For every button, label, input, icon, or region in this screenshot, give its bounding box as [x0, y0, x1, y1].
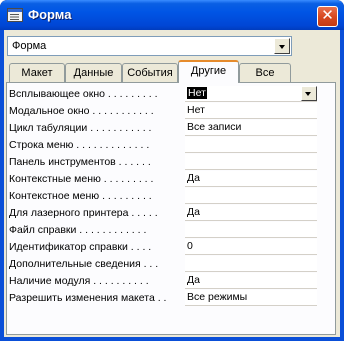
property-row[interactable]: Всплывающее окно . . . . . . . . . Нет: [7, 86, 325, 102]
property-value[interactable]: [185, 137, 317, 153]
property-row[interactable]: Идентификатор справки . . . . 0: [7, 239, 325, 255]
property-row[interactable]: Наличие модуля . . . . . . . . . . Да: [7, 273, 325, 289]
property-row[interactable]: Разрешить изменения макета . . Все режим…: [7, 290, 325, 306]
chevron-down-icon: [279, 45, 285, 49]
tab-layout[interactable]: Макет: [9, 63, 65, 83]
property-value[interactable]: [185, 188, 317, 204]
property-value[interactable]: Да: [185, 205, 317, 221]
property-label: Файл справки . . . . . . . . . . . .: [9, 224, 147, 236]
tab-data[interactable]: Данные: [65, 63, 122, 83]
property-value[interactable]: Да: [185, 273, 317, 289]
properties-panel: Всплывающее окно . . . . . . . . . Нет М…: [6, 82, 336, 335]
property-label: Контекстные меню . . . . . . . . .: [9, 173, 154, 185]
property-value[interactable]: Нет: [185, 103, 317, 119]
property-label: Разрешить изменения макета . .: [9, 292, 167, 304]
property-row[interactable]: Цикл табуляции . . . . . . . . . . . Все…: [7, 120, 325, 136]
property-dropdown-button[interactable]: [301, 86, 317, 101]
property-value[interactable]: Да: [185, 171, 317, 187]
title-bar[interactable]: Форма ✕: [0, 0, 344, 30]
form-icon: [7, 8, 23, 22]
object-selector-value: Форма: [12, 40, 47, 52]
property-row[interactable]: Дополнительные сведения . . .: [7, 256, 325, 272]
property-label: Наличие модуля . . . . . . . . . .: [9, 275, 149, 287]
object-selector-combobox[interactable]: Форма: [7, 36, 292, 56]
property-value: Нет: [187, 87, 207, 99]
property-value[interactable]: [185, 154, 317, 170]
property-row[interactable]: Панель инструментов . . . . . .: [7, 154, 325, 170]
property-row[interactable]: Контекстное меню . . . . . . . . .: [7, 188, 325, 204]
property-value[interactable]: 0: [185, 239, 317, 255]
dialog-body: Форма Макет Данные События Другие Все Вс…: [4, 30, 340, 337]
property-label: Контекстное меню . . . . . . . . .: [9, 190, 152, 202]
form-properties-window: Форма ✕ Форма Макет Данные События Други…: [0, 0, 344, 341]
property-row[interactable]: Файл справки . . . . . . . . . . . .: [7, 222, 325, 238]
property-label: Панель инструментов . . . . . .: [9, 156, 151, 168]
property-row[interactable]: Модальное окно . . . . . . . . . . . Нет: [7, 103, 325, 119]
tab-all[interactable]: Все: [239, 63, 291, 83]
tab-other[interactable]: Другие: [178, 60, 239, 83]
property-value[interactable]: Все режимы: [185, 290, 317, 306]
property-value[interactable]: [185, 222, 317, 238]
window-frame-right: [340, 30, 344, 341]
window-title: Форма: [28, 7, 72, 22]
property-row[interactable]: Строка меню . . . . . . . . . . . . .: [7, 137, 325, 153]
property-value-field[interactable]: Нет: [185, 86, 317, 102]
property-label: Строка меню . . . . . . . . . . . . .: [9, 139, 150, 151]
tab-events[interactable]: События: [122, 63, 178, 83]
property-label: Дополнительные сведения . . .: [9, 258, 159, 270]
property-label: Модальное окно . . . . . . . . . . .: [9, 105, 154, 117]
window-frame-bottom: [0, 337, 344, 341]
close-button[interactable]: ✕: [317, 6, 338, 27]
property-row[interactable]: Контекстные меню . . . . . . . . . Да: [7, 171, 325, 187]
property-label: Идентификатор справки . . . .: [9, 241, 152, 253]
chevron-down-icon: [305, 92, 311, 96]
property-value[interactable]: Все записи: [185, 120, 317, 136]
property-label: Всплывающее окно . . . . . . . . .: [9, 88, 158, 100]
object-selector-dropdown-button[interactable]: [274, 38, 290, 54]
property-value[interactable]: [185, 256, 317, 272]
property-label: Для лазерного принтера . . . . .: [9, 207, 158, 219]
property-label: Цикл табуляции . . . . . . . . . . .: [9, 122, 152, 134]
property-row[interactable]: Для лазерного принтера . . . . . Да: [7, 205, 325, 221]
